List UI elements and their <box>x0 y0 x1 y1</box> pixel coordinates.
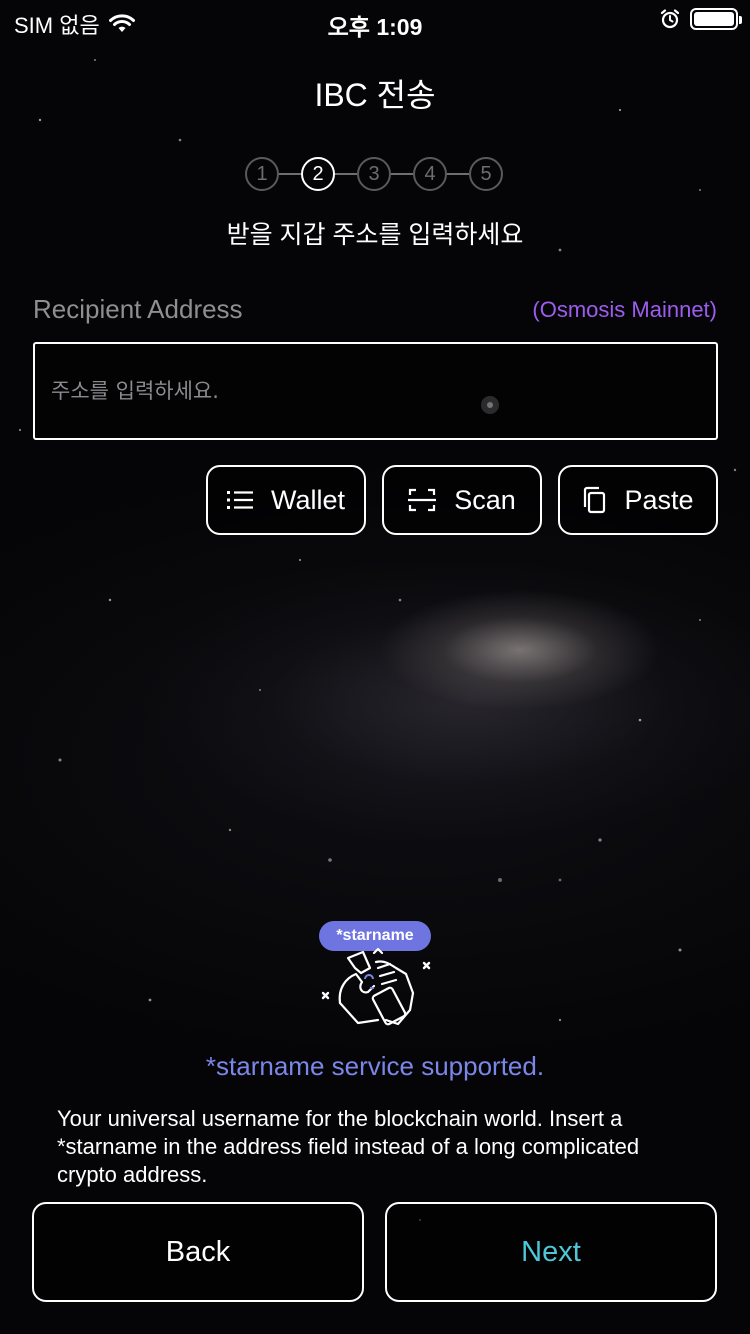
step-4: 4 <box>413 157 447 191</box>
paste-button[interactable]: Paste <box>558 465 718 535</box>
battery-icon <box>690 8 742 30</box>
scan-button-label: Scan <box>454 484 516 515</box>
step-connector <box>279 173 301 175</box>
recipient-label-row: Recipient Address (Osmosis Mainnet) <box>33 294 717 324</box>
scan-icon <box>408 488 437 512</box>
status-right <box>660 8 742 30</box>
back-button[interactable]: Back <box>32 1202 364 1302</box>
starname-support-text: *starname service supported. <box>205 1051 545 1081</box>
chain-name-label: (Osmosis Mainnet) <box>532 297 717 322</box>
step-1: 1 <box>245 157 279 191</box>
starname-handshake-icon <box>321 948 431 1026</box>
step-connector <box>447 173 469 175</box>
paste-button-label: Paste <box>624 484 694 515</box>
scan-button[interactable]: Scan <box>382 465 542 535</box>
page-title: IBC 전송 <box>314 77 436 113</box>
status-bar: SIM 없음 오후 1:09 <box>0 0 750 40</box>
starname-badge: *starname <box>319 921 431 951</box>
next-button[interactable]: Next <box>385 1202 717 1302</box>
recipient-address-label: Recipient Address <box>33 294 243 324</box>
step-2-current: 2 <box>301 157 335 191</box>
wallet-button[interactable]: Wallet <box>206 465 366 535</box>
step-5: 5 <box>469 157 503 191</box>
wallet-button-label: Wallet <box>270 484 345 515</box>
starname-description: Your universal username for the blockcha… <box>57 1106 640 1187</box>
step-3: 3 <box>357 157 391 191</box>
status-time: 오후 1:09 <box>327 14 423 40</box>
step-instruction: 받을 지갑 주소를 입력하세요 <box>226 221 524 249</box>
step-connector <box>335 173 357 175</box>
list-icon <box>226 491 253 509</box>
step-connector <box>391 173 413 175</box>
alarm-icon <box>660 9 680 29</box>
recipient-address-input[interactable] <box>33 342 718 440</box>
copy-icon <box>584 486 606 514</box>
step-indicator: 1 2 3 4 5 <box>245 157 505 191</box>
